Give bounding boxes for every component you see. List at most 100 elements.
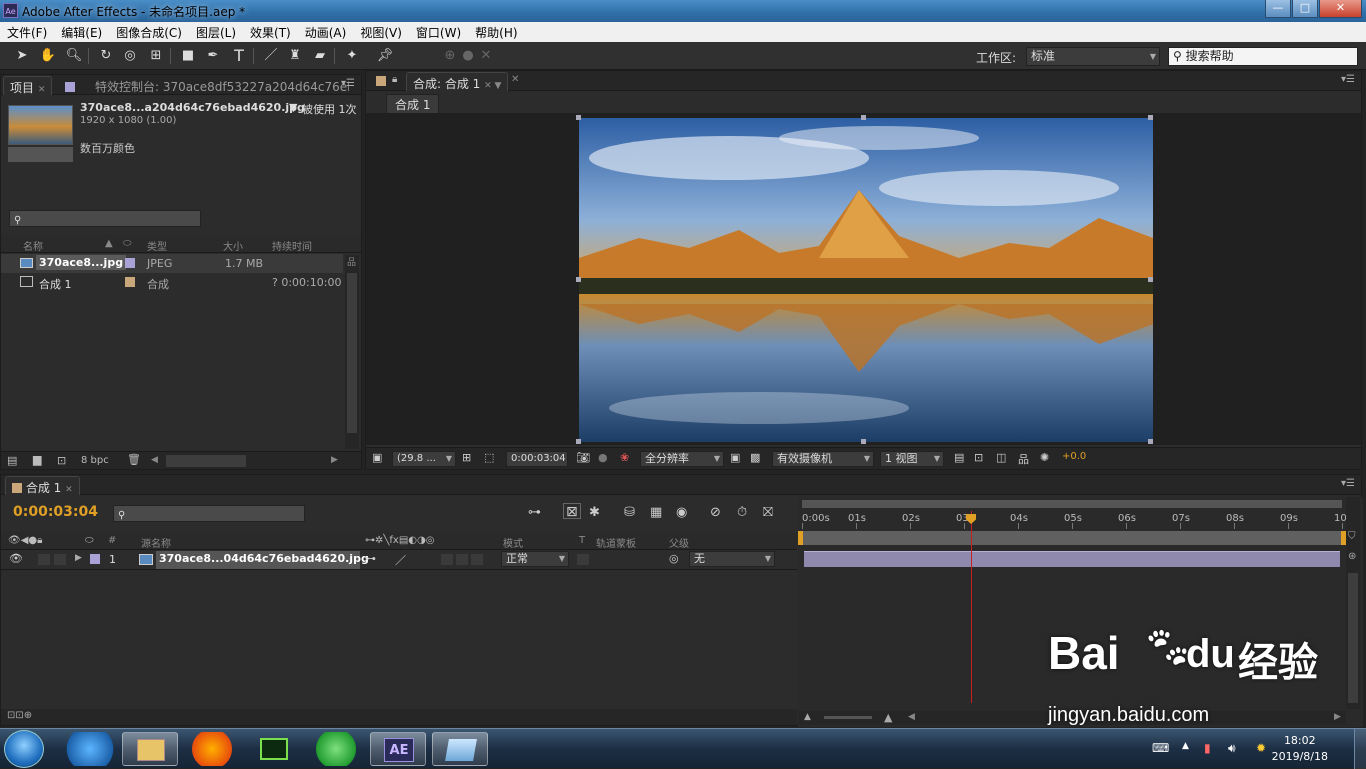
fast-preview-icon[interactable]: ⊡ [974, 451, 983, 467]
text-tool-icon[interactable]: T [229, 46, 249, 66]
project-item-comp[interactable]: 合成 1 合成 ? 0:00:10:00 [1, 273, 343, 292]
switch-box[interactable] [456, 554, 468, 565]
brush-tool-icon[interactable]: ／ [261, 46, 281, 66]
menu-layer[interactable]: 图层(L) [189, 24, 243, 41]
tab-timeline[interactable]: 合成 1 ✕ [5, 476, 80, 495]
snapshot-icon[interactable]: 📷︎ [576, 451, 590, 467]
eraser-tool-icon[interactable]: ▰ [310, 46, 330, 66]
switch-box[interactable] [441, 554, 453, 565]
label-tag-icon[interactable]: ⬭ [123, 238, 132, 249]
audio-toggle[interactable] [38, 554, 50, 565]
exposure-value[interactable]: +0.0 [1062, 451, 1086, 467]
tab-project[interactable]: 项目 ✕ [3, 76, 53, 95]
axis-world-icon[interactable]: ● [458, 46, 478, 66]
label-tag-icon[interactable]: ⬭ [85, 535, 94, 546]
col-mode[interactable]: 模式 [503, 535, 523, 550]
rectangle-tool-icon[interactable]: ■ [178, 46, 198, 66]
menu-help[interactable]: 帮助(H) [468, 24, 524, 41]
comp-mini-flowchart-icon[interactable]: ⊶ [528, 505, 541, 521]
stopwatch-icon[interactable]: ⏱︎ [737, 505, 747, 521]
flowchart-icon[interactable]: 品 [347, 255, 356, 268]
workspace-select[interactable]: 标准 ▼ [1026, 47, 1160, 66]
scroll-right-icon[interactable]: ▶ [331, 455, 338, 465]
menu-view[interactable]: 视图(V) [353, 24, 409, 41]
region-of-interest-icon[interactable]: ▣ [730, 451, 740, 467]
eye-icon[interactable]: 👁︎ [9, 552, 23, 565]
tab-effect-controls[interactable]: 特效控制台: 370ace8df53227a204d64c76eb [59, 76, 349, 95]
comp-button-icon[interactable]: ⛉ [1348, 531, 1356, 542]
new-folder-icon[interactable]: ▆ [33, 453, 41, 466]
transform-handle[interactable] [1148, 115, 1153, 120]
layer-mode-select[interactable]: 正常 ▼ [501, 551, 569, 567]
av-features-icon[interactable]: 👁︎◀●🔒︎ [8, 535, 42, 546]
label-swatch[interactable] [125, 277, 135, 287]
axis-view-icon[interactable]: ✕ [476, 46, 496, 66]
show-snapshot-icon[interactable]: ● [598, 451, 608, 467]
notification-icon[interactable]: ✹ [1256, 741, 1266, 755]
sort-up-icon[interactable]: ▲ [105, 238, 113, 249]
auto-keyframe-icon[interactable]: ⛝ [763, 505, 773, 521]
playhead-line[interactable] [971, 511, 972, 703]
transform-handle[interactable] [861, 115, 866, 120]
panel-menu-icon[interactable]: ▾☰ [1341, 74, 1355, 85]
scroll-left-icon[interactable]: ◀ [151, 455, 158, 465]
zoom-in-icon[interactable]: ▲ [884, 711, 892, 724]
project-search-input[interactable]: ⚲ [9, 210, 201, 227]
scroll-left-icon[interactable]: ◀ [908, 712, 915, 722]
flowchart-icon[interactable]: 品 [1018, 451, 1029, 467]
col-duration[interactable]: 持续时间 [272, 238, 312, 253]
camera-sync-icon[interactable]: ⊛ [1348, 551, 1356, 562]
current-time-field[interactable]: 0:00:03:04 [506, 451, 568, 467]
search-help-input[interactable]: ⚲ 搜索帮助 [1168, 47, 1358, 66]
comp-viewer[interactable] [366, 113, 1361, 445]
tab-composition[interactable]: 合成: 合成 1 ✕ ▼ [406, 72, 509, 91]
col-layer-number[interactable]: # [108, 535, 116, 546]
hide-shy-layers-icon[interactable]: ✱ [589, 505, 600, 521]
puppet-tool-icon[interactable]: ✦ [342, 46, 362, 66]
close-button[interactable]: ✕ [1319, 0, 1362, 18]
close-tab-icon[interactable]: ✕ [511, 74, 519, 85]
app-window-icon[interactable] [432, 732, 488, 766]
video-app-icon[interactable] [246, 732, 302, 766]
menu-animation[interactable]: 动画(A) [298, 24, 354, 41]
menu-edit[interactable]: 编辑(E) [54, 24, 109, 41]
layer-switches-toggle-icon[interactable]: ⊡⊡⊕ [7, 710, 32, 721]
camera-tool-icon[interactable]: ◎ [120, 46, 140, 66]
layer-name[interactable]: 370ace8...04d64c76ebad4620.jpg [156, 551, 369, 569]
start-button[interactable] [4, 730, 44, 768]
transform-handle[interactable] [576, 439, 581, 444]
panel-menu-icon[interactable]: ▾☰ [341, 78, 355, 89]
bpc-toggle[interactable]: 8 bpc [81, 455, 109, 466]
interpret-footage-icon[interactable]: ▤ [7, 454, 17, 467]
timeline-vscrollbar[interactable]: ⛉ ⊛ [1346, 497, 1360, 709]
col-trkmat[interactable]: 轨道蒙板 [596, 535, 636, 550]
col-parent[interactable]: 父级 [669, 535, 689, 550]
resolution-select[interactable]: 全分辨率 ▼ [640, 451, 724, 467]
pin-tool-icon[interactable]: 📌︎ [375, 46, 395, 66]
menu-file[interactable]: 文件(F) [0, 24, 54, 41]
selection-tool-icon[interactable]: ➤ [12, 46, 32, 66]
minimize-button[interactable]: — [1265, 0, 1291, 18]
asset-dropdown-icon[interactable]: ▼ [289, 101, 297, 114]
pan-behind-tool-icon[interactable]: ⊞ [146, 46, 166, 66]
explorer-icon[interactable] [122, 732, 178, 766]
switch-box[interactable] [471, 554, 483, 565]
after-effects-taskbar-icon[interactable]: AE [370, 732, 426, 766]
panel-menu-icon[interactable]: ▾☰ [1341, 478, 1355, 489]
toggle-pixel-aspect-icon[interactable]: ▤ [954, 451, 964, 467]
col-name[interactable]: 名称 [23, 238, 43, 253]
clone-stamp-tool-icon[interactable]: ♜ [285, 46, 305, 66]
timeline-search-input[interactable]: ⚲ [113, 505, 305, 522]
media-player-icon[interactable] [62, 732, 118, 766]
brainstorm-icon[interactable]: ◉ [676, 505, 687, 521]
tray-expand-icon[interactable]: ▲ [1182, 741, 1189, 751]
transparency-grid-icon[interactable]: ▩ [750, 451, 760, 467]
layer-label-swatch[interactable] [90, 554, 100, 564]
trash-icon[interactable]: 🗑︎ [127, 453, 141, 466]
lock-toggle[interactable] [54, 554, 66, 565]
rotate-tool-icon[interactable]: ↻ [96, 46, 116, 66]
lock-icon[interactable]: 🔒︎ [392, 74, 397, 85]
safe-margins-icon[interactable]: ⊞ [462, 451, 471, 467]
views-select[interactable]: 1 视图 ▼ [880, 451, 944, 467]
transform-handle[interactable] [861, 439, 866, 444]
